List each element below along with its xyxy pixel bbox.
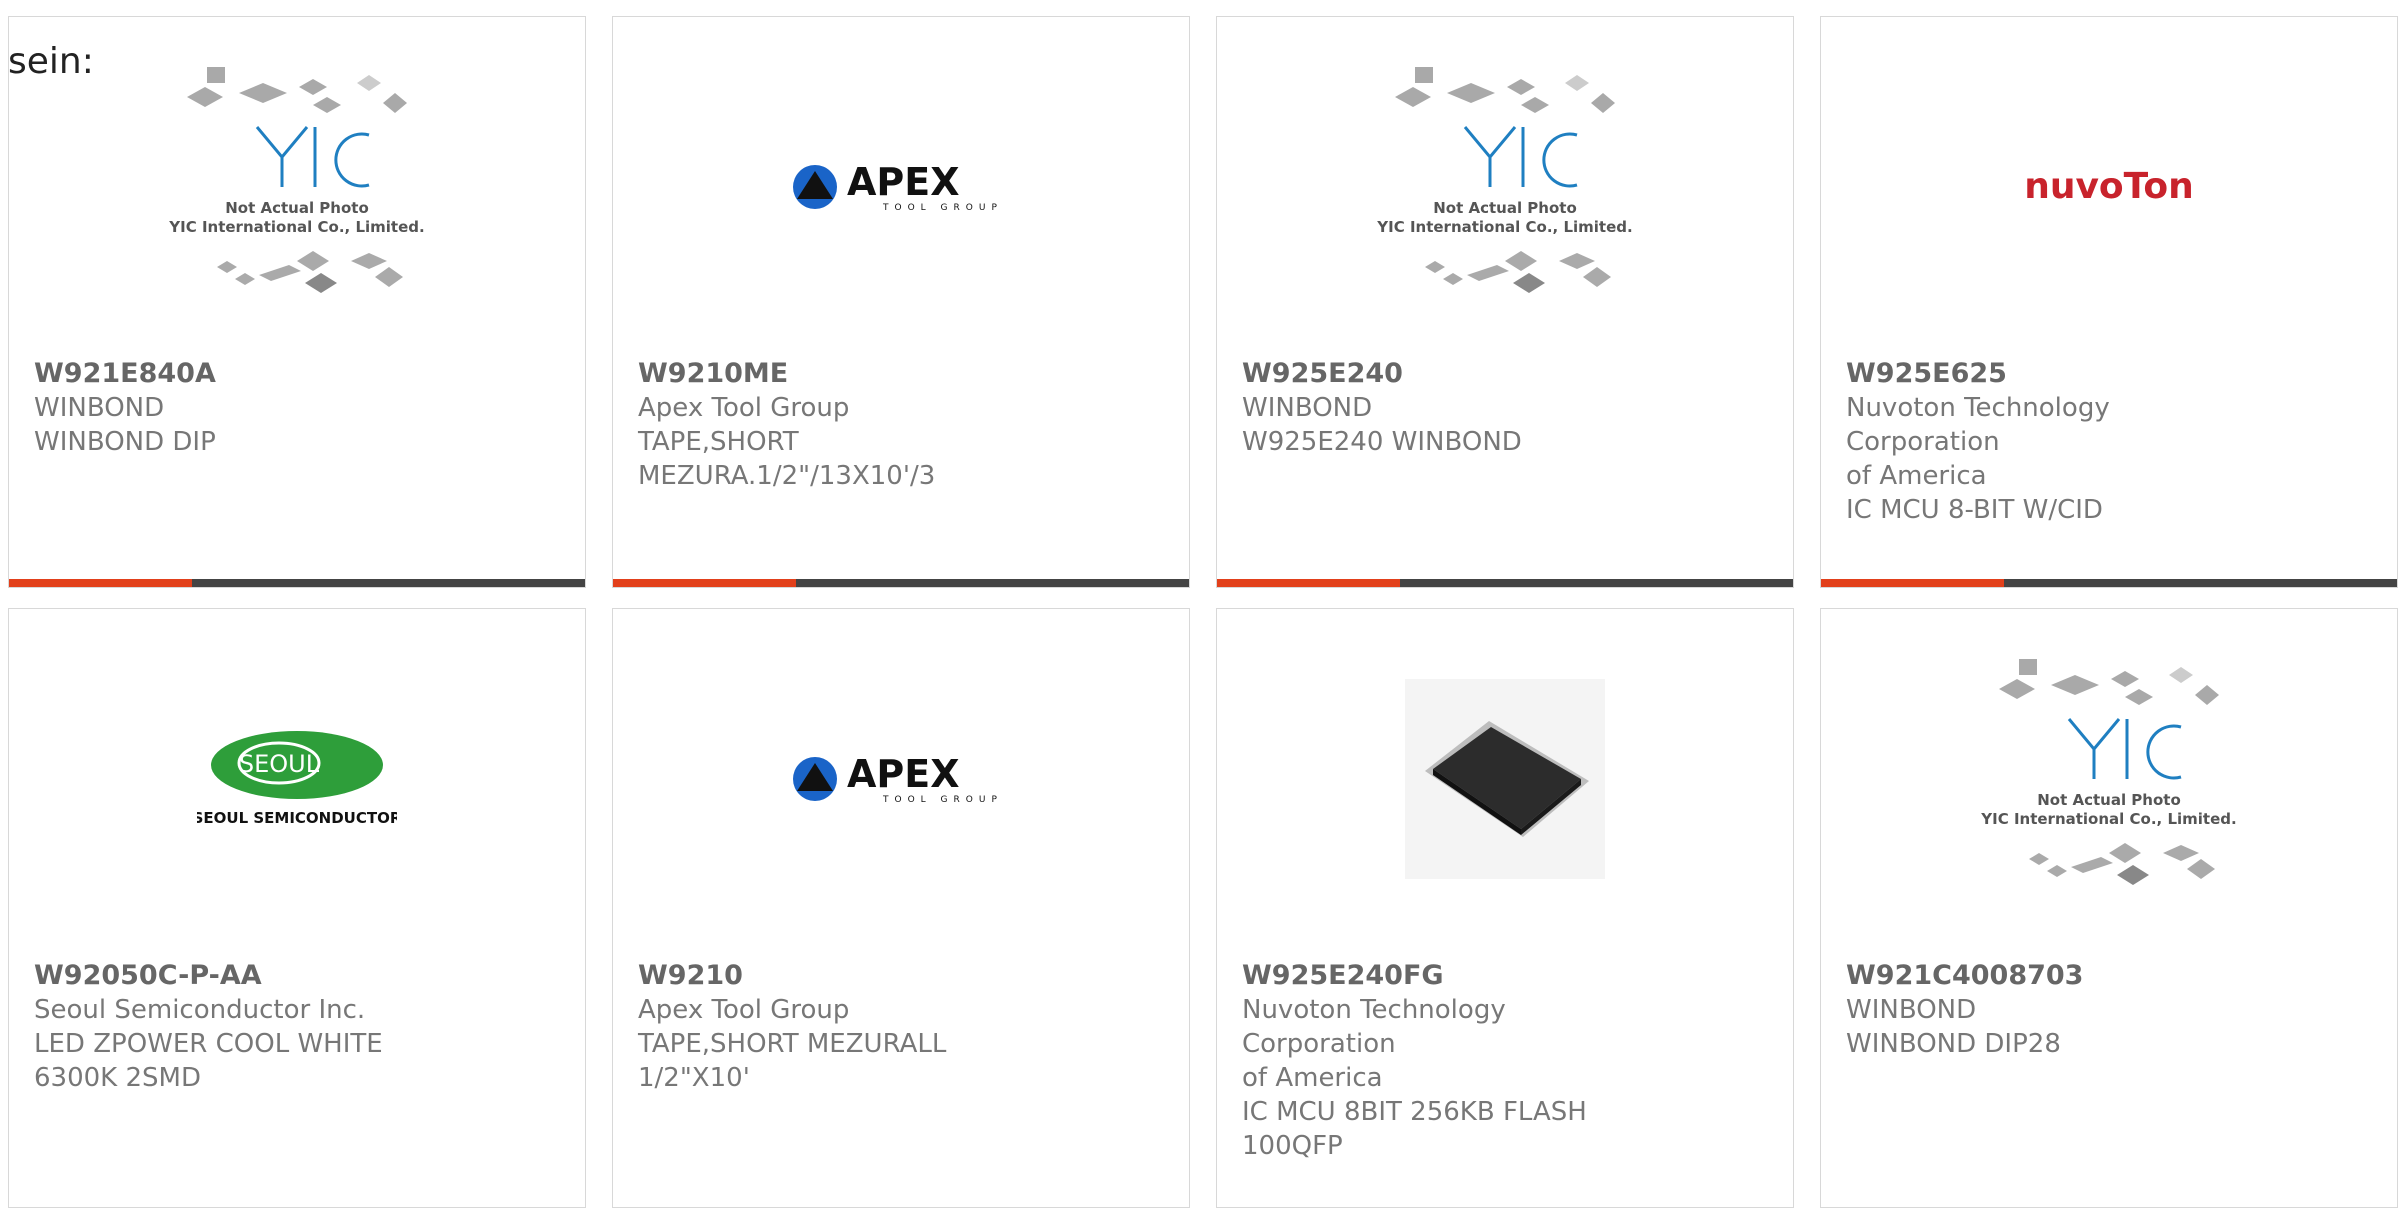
part-number-link[interactable]: W921E840A [34,357,454,391]
part-number-link[interactable]: W92050C-P-AA [34,959,454,993]
description-line: 100QFP [1242,1131,1343,1161]
svg-text:SEOUL SEMICONDUCTOR: SEOUL SEMICONDUCTOR [197,809,397,827]
description-line: LED ZPOWER COOL WHITE [34,1029,383,1059]
product-info: W925E240FG Nuvoton Technology Corporatio… [1242,959,1662,1163]
part-number-link[interactable]: W925E240 [1242,357,1662,391]
product-image-apex-logo[interactable]: APEX TOOL GROUP [613,17,1189,357]
product-card[interactable]: APEX TOOL GROUP W9210ME Apex Tool Group … [612,16,1190,588]
svg-text:nuvoTon: nuvoTon [2024,166,2194,207]
manufacturer: Apex Tool Group [638,393,850,423]
card-accent-bar [1217,579,1793,587]
description-line: MEZURA.1/2"/13X10'/3 [638,461,936,491]
qfp-chip-photo-icon [1405,679,1605,879]
product-info: W9210 Apex Tool Group TAPE,SHORT MEZURAL… [638,959,1058,1095]
yic-placeholder-icon: Not Actual Photo YIC International Co., … [1980,659,2237,885]
svg-text:Not Actual Photo: Not Actual Photo [2037,791,2181,809]
product-image-apex-logo[interactable]: APEX TOOL GROUP [613,609,1189,949]
product-info: W925E240 WINBOND W925E240 WINBOND [1242,357,1662,459]
product-card[interactable]: Not Actual Photo YIC International Co., … [1216,16,1794,588]
product-image-yic-placeholder[interactable]: Not Actual Photo YIC International Co., … [9,17,585,357]
svg-text:TOOL GROUP: TOOL GROUP [882,795,1003,805]
product-card[interactable]: Not Actual Photo YIC International Co., … [8,16,586,588]
product-info: W92050C-P-AA Seoul Semiconductor Inc. LE… [34,959,454,1095]
svg-text:Not Actual Photo: Not Actual Photo [225,199,369,217]
manufacturer: WINBOND [34,393,165,423]
description-line: IC MCU 8-BIT W/CID [1846,495,2103,525]
description-line: W925E240 WINBOND [1242,427,1522,457]
product-info: W921E840A WINBOND WINBOND DIP [34,357,454,459]
product-card[interactable]: nuvoTon W925E625 Nuvoton Technology Corp… [1820,16,2398,588]
svg-text:YIC International Co., Limited: YIC International Co., Limited. [168,218,424,236]
manufacturer: WINBOND [1846,995,1977,1025]
manufacturer: Nuvoton Technology Corporation [1242,995,1506,1059]
manufacturer: WINBOND [1242,393,1373,423]
part-number-link[interactable]: W921C4008703 [1846,959,2266,993]
manufacturer: Seoul Semiconductor Inc. [34,995,366,1025]
seoul-semiconductor-logo-icon: SEOUL SEOUL SEMICONDUCTOR [197,731,397,827]
product-info: W925E625 Nuvoton Technology Corporation … [1846,357,2266,527]
product-image-yic-placeholder[interactable]: Not Actual Photo YIC International Co., … [1821,609,2397,949]
product-card[interactable]: W925E240FG Nuvoton Technology Corporatio… [1216,608,1794,1208]
svg-text:Not Actual Photo: Not Actual Photo [1433,199,1577,217]
description-line: 6300K 2SMD [34,1063,201,1093]
product-image-yic-placeholder[interactable]: Not Actual Photo YIC International Co., … [1217,17,1793,357]
product-card[interactable]: Not Actual Photo YIC International Co., … [1820,608,2398,1208]
product-image-nuvoton-logo[interactable]: nuvoTon [1821,17,2397,357]
svg-text:YIC International Co., Limited: YIC International Co., Limited. [1980,810,2236,828]
svg-text:TOOL GROUP: TOOL GROUP [882,203,1003,213]
card-accent-bar [613,579,1189,587]
description-line: TAPE,SHORT MEZURALL 1/2"X10' [638,1029,947,1093]
product-card[interactable]: APEX TOOL GROUP W9210 Apex Tool Group TA… [612,608,1190,1208]
apex-logo-icon: APEX TOOL GROUP [793,752,1003,805]
product-image-qfp-chip[interactable] [1217,609,1793,949]
yic-placeholder-icon: Not Actual Photo YIC International Co., … [168,67,425,293]
product-info: W9210ME Apex Tool Group TAPE,SHORT MEZUR… [638,357,1058,493]
description-line: of America [1846,461,1987,491]
product-image-seoul-logo[interactable]: SEOUL SEOUL SEMICONDUCTOR [9,609,585,949]
part-number-link[interactable]: W9210ME [638,357,1058,391]
description-line: of America [1242,1063,1383,1093]
part-number-link[interactable]: W925E240FG [1242,959,1662,993]
svg-text:APEX: APEX [847,160,960,204]
description-line: IC MCU 8BIT 256KB FLASH [1242,1097,1587,1127]
manufacturer: Apex Tool Group [638,995,850,1025]
description-line: WINBOND DIP28 [1846,1029,2061,1059]
product-card[interactable]: SEOUL SEOUL SEMICONDUCTOR W92050C-P-AA S… [8,608,586,1208]
svg-text:SEOUL: SEOUL [239,750,320,778]
yic-placeholder-icon: Not Actual Photo YIC International Co., … [1376,67,1633,293]
svg-text:YIC International Co., Limited: YIC International Co., Limited. [1376,218,1632,236]
product-grid: Not Actual Photo YIC International Co., … [8,16,2400,1208]
part-number-link[interactable]: W925E625 [1846,357,2266,391]
part-number-link[interactable]: W9210 [638,959,1058,993]
description-line: WINBOND DIP [34,427,216,457]
apex-logo-icon: APEX TOOL GROUP [793,160,1003,213]
card-accent-bar [1821,579,2397,587]
manufacturer: Nuvoton Technology Corporation [1846,393,2110,457]
nuvoton-logo-icon: nuvoTon [2024,166,2194,207]
description-line: TAPE,SHORT [638,427,799,457]
svg-text:APEX: APEX [847,752,960,796]
card-accent-bar [9,579,585,587]
product-info: W921C4008703 WINBOND WINBOND DIP28 [1846,959,2266,1061]
lead-text: sein: [8,41,94,82]
